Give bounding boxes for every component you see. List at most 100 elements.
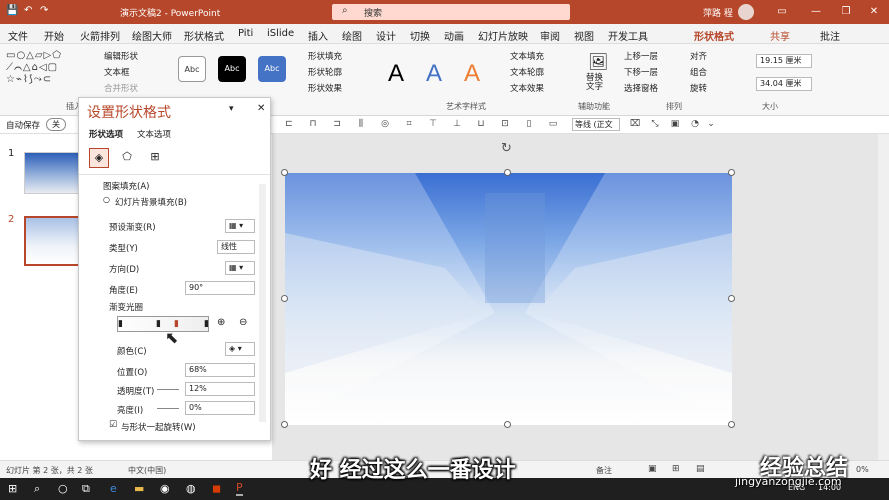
top-align-icon[interactable]: ⊤ (426, 119, 440, 131)
text-fill-button[interactable]: 文本填充 (510, 50, 544, 62)
shape-effects-button[interactable]: 形状效果 (308, 82, 342, 94)
align-button[interactable]: 对齐 (690, 50, 707, 62)
remove-stop-icon[interactable]: ⊖ (239, 317, 247, 328)
gradient-stop[interactable]: ▮ (118, 319, 123, 329)
radio-slide-bg-fill[interactable]: 幻灯片背景填充(B) (115, 196, 187, 208)
fill-line-icon[interactable]: ◈ (89, 148, 109, 168)
user-name[interactable]: 萍路 程 (703, 6, 733, 19)
menu-shape-format[interactable]: 形状格式 (184, 28, 224, 43)
office-icon[interactable]: ◼ (212, 482, 221, 495)
menu-insert[interactable]: 插入 (308, 28, 328, 43)
restore-icon[interactable]: ❐ (838, 4, 854, 20)
toolbar-more-icon[interactable]: ⌄ (704, 119, 718, 131)
rotate-checkbox[interactable]: ☑ (109, 420, 117, 430)
resize-handle-tr[interactable] (728, 169, 735, 176)
menu-shape-format-active[interactable]: 形状格式 (694, 28, 734, 43)
transparency-field[interactable]: 12% (185, 382, 255, 396)
picture-icon[interactable]: ▣ (668, 119, 682, 131)
menu-view[interactable]: 视图 (574, 28, 594, 43)
gradient-stop[interactable]: ▮ (204, 319, 209, 329)
avatar[interactable] (738, 4, 754, 20)
menu-home[interactable]: 开始 (44, 28, 64, 43)
tab-shape-options[interactable]: 形状选项 (89, 128, 123, 140)
menu-piti[interactable]: Piti (238, 28, 253, 39)
comments-button[interactable]: 批注 (820, 28, 840, 43)
send-backward-button[interactable]: 下移一层 (624, 66, 658, 78)
menu-draw-master[interactable]: 绘图大师 (132, 28, 172, 43)
menu-developer[interactable]: 开发工具 (608, 28, 648, 43)
radio-slide-bg-icon[interactable]: ○ (103, 195, 110, 204)
wordart-blue[interactable]: A (426, 60, 442, 88)
menu-animations[interactable]: 动画 (444, 28, 464, 43)
style-swatch-blue[interactable]: Abc (258, 56, 286, 82)
sorter-view-icon[interactable]: ⊞ (672, 464, 680, 474)
bring-forward-button[interactable]: 上移一层 (624, 50, 658, 62)
brightness-field[interactable]: 0% (185, 401, 255, 415)
app-icon[interactable]: ◉ (160, 482, 170, 495)
cortana-icon[interactable]: ○ (58, 482, 68, 495)
edit-shape-button[interactable]: 编辑形状 (104, 50, 138, 62)
powerpoint-icon[interactable]: P (236, 481, 243, 496)
size-match-icon[interactable]: ⊡ (498, 119, 512, 131)
search-box[interactable]: ⌕ 搜索 (332, 4, 570, 20)
menu-transitions[interactable]: 切换 (410, 28, 430, 43)
middle-align-icon[interactable]: ⊥ (450, 119, 464, 131)
redo-icon[interactable]: ↷ (40, 5, 48, 16)
shape-outline-button[interactable]: 形状轮廓 (308, 66, 342, 78)
resize-handle-tl[interactable] (281, 169, 288, 176)
resize-handle-bc[interactable] (504, 421, 511, 428)
align-center-icon[interactable]: ⊓ (306, 119, 320, 131)
menu-islide[interactable]: iSlide (267, 28, 294, 39)
share-button[interactable]: 共享 (770, 28, 790, 43)
rotate-button[interactable]: 旋转 (690, 82, 707, 94)
type-dropdown[interactable]: 线性 (217, 240, 255, 254)
resize-icon[interactable]: ⤡ (648, 119, 662, 131)
menu-review[interactable]: 审阅 (540, 28, 560, 43)
resize-handle-bl[interactable] (281, 421, 288, 428)
gradient-stops-bar[interactable]: ▮ ▮ ▮ ▮ (117, 316, 209, 332)
width-match-icon[interactable]: ▭ (546, 119, 560, 131)
rotate-handle-icon[interactable]: ↻ (501, 141, 512, 156)
distribute-icon[interactable]: ⫼ (354, 119, 368, 131)
pane-close-icon[interactable]: ✕ (257, 103, 265, 114)
language-status[interactable]: 中文(中国) (128, 465, 166, 476)
reading-view-icon[interactable]: ▤ (696, 464, 705, 474)
app2-icon[interactable]: ◍ (186, 482, 196, 495)
save-icon[interactable]: 💾 (6, 5, 18, 16)
menu-rocket[interactable]: 火箭排列 (80, 28, 120, 43)
font-select[interactable]: 等线 (正文 (572, 118, 620, 131)
height-field[interactable]: 19.15 厘米 (756, 54, 812, 68)
group-button[interactable]: 组合 (690, 66, 707, 78)
bottom-align-icon[interactable]: ⊔ (474, 119, 488, 131)
alt-text-button[interactable]: 替换文字 (586, 74, 606, 92)
explorer-icon[interactable]: ▬ (134, 482, 144, 495)
selection-pane-button[interactable]: 选择窗格 (624, 82, 658, 94)
crop-icon[interactable]: ⌗ (402, 119, 416, 131)
color-dropdown[interactable]: ◈ ▾ (225, 342, 255, 356)
color-picker-icon[interactable]: ◔ (688, 119, 702, 131)
wordart-orange[interactable]: A (464, 60, 480, 88)
menu-slideshow[interactable]: 幻灯片放映 (478, 28, 528, 43)
preset-gradient-dropdown[interactable]: ▦ ▾ (225, 219, 255, 233)
gradient-stop[interactable]: ▮ (156, 319, 161, 329)
merge-shape-button[interactable]: 合并形状 (104, 82, 138, 94)
notes-button[interactable]: 备注 (596, 465, 612, 476)
autosave-toggle[interactable]: 关 (46, 118, 66, 131)
menu-draw[interactable]: 绘图 (342, 28, 362, 43)
pane-scrollbar[interactable] (259, 184, 266, 422)
minimize-icon[interactable]: — (808, 4, 824, 20)
textbox-button[interactable]: 文本框 (104, 66, 130, 78)
menu-design[interactable]: 设计 (376, 28, 396, 43)
resize-handle-tc[interactable] (504, 169, 511, 176)
radio-pattern-fill[interactable]: 图案填充(A) (103, 180, 149, 192)
angle-field[interactable]: 90° (185, 281, 255, 295)
position-field[interactable]: 68% (185, 363, 255, 377)
task-view-icon[interactable]: ⧉ (82, 482, 90, 496)
windows-start-icon[interactable]: ⊞ (8, 482, 17, 495)
height-match-icon[interactable]: ▯ (522, 119, 536, 131)
resize-handle-ml[interactable] (281, 295, 288, 302)
canvas-scrollbar[interactable] (878, 134, 889, 460)
search-taskbar-icon[interactable]: ⌕ (34, 482, 40, 496)
crop-tool-icon[interactable]: ⌧ (628, 119, 642, 131)
undo-icon[interactable]: ↶ (24, 5, 32, 16)
